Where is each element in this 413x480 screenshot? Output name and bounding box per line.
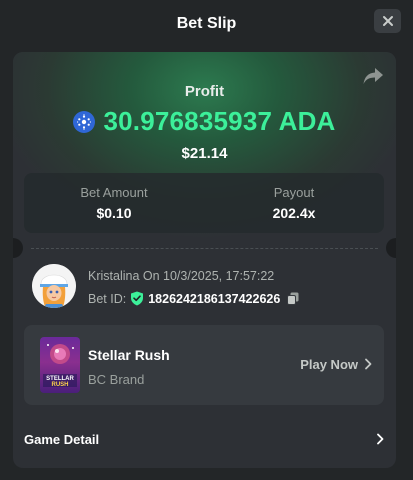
- payout-label: Payout: [273, 185, 315, 200]
- chevron-right-icon: [365, 358, 372, 370]
- bet-stats: Bet Amount $0.10 Payout 202.4x: [24, 173, 384, 233]
- profit-usd-value: $21.14: [181, 145, 228, 162]
- bet-id-value: 1826242186137422626: [148, 291, 281, 306]
- payout-stat: Payout 202.4x: [204, 173, 384, 233]
- bet-id-row: Bet ID: 1826242186137422626: [88, 291, 299, 306]
- game-brand: BC Brand: [88, 372, 145, 387]
- bet-slip-modal: Bet Slip Profit 30.976835937 ADA $21.14 …: [0, 0, 413, 480]
- game-detail-row[interactable]: Game Detail: [24, 420, 384, 460]
- copy-icon[interactable]: [287, 292, 299, 305]
- shield-check-icon: [131, 291, 144, 306]
- game-detail-label: Game Detail: [24, 432, 100, 447]
- profit-amount: 30.976835937 ADA: [13, 106, 396, 137]
- bet-user-info: Kristalina On 10/3/2025, 17:57:22 Bet ID…: [32, 264, 382, 310]
- bet-id-label: Bet ID:: [88, 291, 127, 306]
- game-card[interactable]: STELLAR RUSH Stellar Rush BC Brand Play …: [24, 325, 384, 405]
- modal-header: Bet Slip: [0, 0, 413, 48]
- avatar[interactable]: [32, 264, 76, 308]
- bet-card: Profit 30.976835937 ADA $21.14 Bet Amoun…: [13, 52, 396, 468]
- modal-title: Bet Slip: [176, 15, 237, 32]
- user-name-date: Kristalina On 10/3/2025, 17:57:22: [88, 269, 275, 283]
- game-thumbnail: STELLAR RUSH: [40, 337, 80, 393]
- result-section: Profit 30.976835937 ADA $21.14 Bet Amoun…: [13, 52, 396, 300]
- payout-value: 202.4x: [272, 205, 316, 221]
- profit-value: 30.976835937 ADA: [103, 106, 336, 136]
- bet-amount-stat: Bet Amount $0.10: [24, 173, 204, 233]
- bet-amount-label: Bet Amount: [80, 185, 148, 200]
- close-icon: [382, 16, 393, 26]
- dashed-divider: [31, 248, 378, 249]
- cardano-ada-icon: [73, 110, 96, 133]
- bet-amount-value: $0.10: [96, 205, 132, 221]
- game-name: Stellar Rush: [88, 347, 170, 363]
- profit-label: Profit: [184, 83, 225, 100]
- svg-text:RUSH: RUSH: [51, 382, 68, 388]
- play-now-button[interactable]: Play Now: [300, 357, 358, 372]
- close-button[interactable]: [374, 9, 401, 33]
- chevron-right-icon: [377, 433, 384, 445]
